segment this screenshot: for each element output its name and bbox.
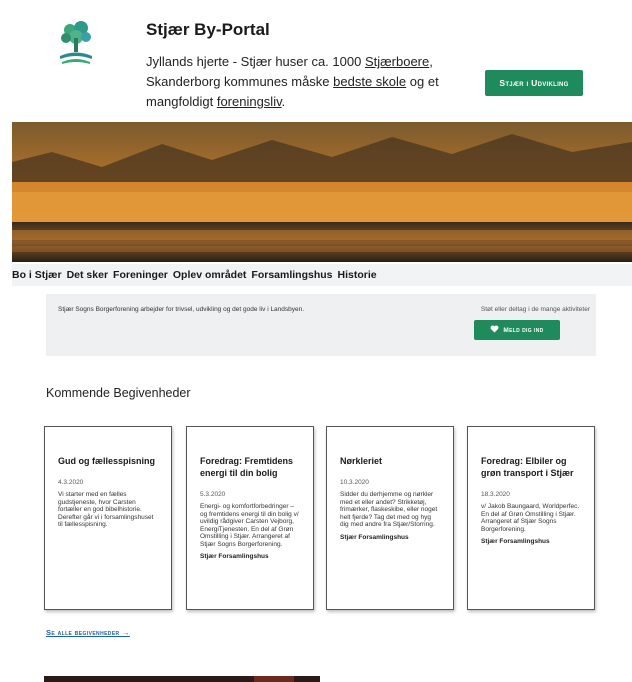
nav-item-foreninger[interactable]: Foreninger: [113, 269, 173, 281]
event-location: Stjær Forsamlingshus: [481, 538, 550, 545]
event-card[interactable]: Nørkleriet 10.3.2020 Sidder du derhjemme…: [326, 426, 454, 610]
event-date: 10.3.2020: [340, 479, 369, 486]
tree-logo-icon[interactable]: [54, 18, 98, 70]
main-nav: Bo i Stjær Det sker Foreninger Oplev omr…: [12, 264, 632, 286]
nav-item-bo-i-stjaer[interactable]: Bo i Stjær: [12, 269, 67, 281]
next-section-image: [44, 676, 320, 682]
event-description: Sidder du derhjemme og nørkler med et el…: [340, 491, 438, 528]
event-date: 4.3.2020: [58, 479, 84, 486]
nav-item-historie[interactable]: Historie: [338, 269, 382, 281]
stjaerboere-link[interactable]: Stjærboere: [365, 54, 429, 69]
tagline-text: Jyllands hjerte - Stjær huser ca. 1000: [146, 54, 365, 69]
event-location: Stjær Forsamlingshus: [340, 533, 409, 541]
event-title[interactable]: Foredrag: Fremtidens energi til din boli…: [200, 455, 301, 479]
site-header: Stjær By-Portal Jyllands hjerte - Stjær …: [0, 0, 632, 122]
event-title[interactable]: Foredrag: Elbiler og grøn transport i St…: [481, 455, 582, 479]
heart-icon: [490, 325, 499, 335]
tagline-text: .: [281, 94, 286, 109]
hero-image: [12, 122, 632, 262]
event-date: 18.3.2020: [481, 491, 510, 498]
association-description: Stjær Sogns Borgerforening arbejder for …: [58, 306, 305, 313]
site-tagline: Jyllands hjerte - Stjær huser ca. 1000 S…: [146, 52, 446, 112]
nav-item-det-sker[interactable]: Det sker: [67, 269, 113, 281]
join-button[interactable]: Meld dig ind: [474, 320, 560, 340]
join-button-label: Meld dig ind: [503, 326, 544, 334]
event-description: v/ Jakob Baungaard, Worldperfec. En del …: [481, 503, 580, 533]
event-card[interactable]: Gud og fællesspisning 4.3.2020 Vi starte…: [44, 426, 172, 610]
image-highlight: [254, 676, 294, 682]
events-heading: Kommende Begivenheder: [46, 386, 191, 400]
event-title[interactable]: Gud og fællesspisning: [58, 455, 159, 467]
support-text: Støt eller deltag i de mange aktiviteter: [480, 306, 590, 313]
site-title[interactable]: Stjær By-Portal: [146, 20, 270, 40]
event-description: Vi starter med en fælles gudstjeneste, h…: [58, 491, 154, 528]
event-title[interactable]: Nørkleriet: [340, 455, 441, 467]
event-location: Stjær Forsamlingshus: [200, 553, 269, 560]
event-card[interactable]: Foredrag: Elbiler og grøn transport i St…: [467, 426, 595, 610]
nav-item-oplev-omraadet[interactable]: Oplev området: [173, 269, 252, 281]
see-all-events-link[interactable]: Se alle begivenheder →: [46, 628, 130, 637]
event-description: Energi- og komfortforbedringer – og frem…: [200, 503, 299, 548]
foreningsliv-link[interactable]: foreningsliv: [217, 94, 282, 109]
bedste-skole-link[interactable]: bedste skole: [333, 74, 406, 89]
event-card[interactable]: Foredrag: Fremtidens energi til din boli…: [186, 426, 314, 610]
stjaer-i-udvikling-button[interactable]: Stjær i Udvikling: [485, 70, 583, 96]
membership-banner: Stjær Sogns Borgerforening arbejder for …: [46, 294, 596, 356]
event-date: 5.3.2020: [200, 491, 226, 498]
nav-item-forsamlingshus[interactable]: Forsamlingshus: [251, 269, 337, 281]
